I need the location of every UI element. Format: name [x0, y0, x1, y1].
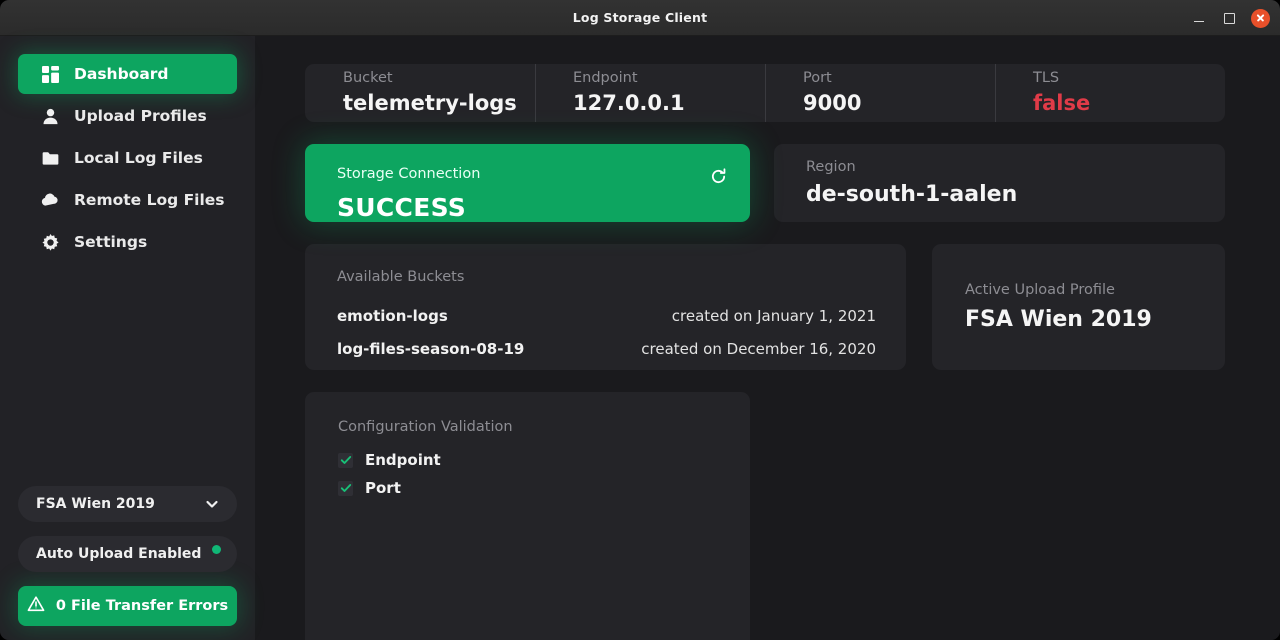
region-value: de-south-1-aalen — [806, 182, 1018, 207]
storage-connection-label: Storage Connection — [337, 166, 481, 182]
bucket-list-item[interactable]: emotion-logs created on January 1, 2021 — [337, 299, 876, 332]
configuration-validation-label: Configuration Validation — [338, 419, 513, 435]
bucket-name: emotion-logs — [337, 306, 448, 325]
refresh-icon[interactable] — [708, 166, 728, 186]
info-cell-tls: TLS false — [995, 64, 1225, 122]
info-cell-endpoint: Endpoint 127.0.0.1 — [535, 64, 765, 122]
info-cell-port: Port 9000 — [765, 64, 995, 122]
window-title: Log Storage Client — [572, 10, 708, 25]
sidebar-nav: Dashboard Upload Profiles Local Log File… — [0, 54, 255, 262]
dashboard-grid-icon — [41, 65, 59, 83]
auto-upload-label: Auto Upload Enabled — [36, 546, 202, 562]
active-upload-profile-label: Active Upload Profile — [965, 282, 1115, 298]
info-value: 127.0.0.1 — [573, 90, 685, 115]
bucket-created: created on December 16, 2020 — [641, 339, 876, 358]
sidebar-item-upload-profiles[interactable]: Upload Profiles — [18, 96, 237, 136]
info-label: Endpoint — [573, 69, 638, 86]
buckets-row: Available Buckets emotion-logs created o… — [305, 244, 1225, 370]
info-value: 9000 — [803, 90, 862, 115]
connection-info-card: Bucket telemetry-logs Endpoint 127.0.0.1… — [305, 64, 1225, 122]
status-row: Storage Connection SUCCESS Region de-sou… — [305, 144, 1225, 222]
auto-upload-toggle[interactable]: Auto Upload Enabled — [18, 536, 237, 572]
warning-triangle-icon — [27, 595, 45, 617]
sidebar: Dashboard Upload Profiles Local Log File… — [0, 36, 255, 640]
sidebar-item-remote-log-files[interactable]: Remote Log Files — [18, 180, 237, 220]
auto-upload-status-dot — [212, 545, 221, 554]
info-value: telemetry-logs — [343, 90, 517, 115]
file-transfer-errors-button[interactable]: 0 File Transfer Errors — [18, 586, 237, 626]
sidebar-bottom-controls: FSA Wien 2019 Auto Upload Enabled 0 File… — [0, 486, 255, 626]
main-content: Bucket telemetry-logs Endpoint 127.0.0.1… — [255, 36, 1280, 640]
maximize-icon[interactable] — [1221, 10, 1237, 26]
sidebar-item-local-log-files[interactable]: Local Log Files — [18, 138, 237, 178]
upload-profile-selector-value: FSA Wien 2019 — [36, 496, 155, 512]
info-label: Port — [803, 69, 832, 86]
check-icon — [338, 480, 353, 496]
sidebar-item-label: Dashboard — [74, 65, 169, 83]
storage-connection-header: Storage Connection — [337, 166, 728, 186]
check-icon — [338, 452, 353, 468]
bucket-name: log-files-season-08-19 — [337, 339, 525, 358]
sidebar-item-label: Settings — [74, 233, 148, 251]
sidebar-item-label: Remote Log Files — [74, 191, 225, 209]
bucket-list-item[interactable]: log-files-season-08-19 created on Decemb… — [337, 332, 876, 365]
sidebar-item-dashboard[interactable]: Dashboard — [18, 54, 237, 94]
info-label: Bucket — [343, 69, 393, 86]
storage-connection-value: SUCCESS — [337, 193, 467, 222]
active-upload-profile-card: Active Upload Profile FSA Wien 2019 — [932, 244, 1225, 370]
gear-icon — [41, 233, 59, 251]
sidebar-item-settings[interactable]: Settings — [18, 222, 237, 262]
storage-connection-card: Storage Connection SUCCESS — [305, 144, 750, 222]
person-icon — [41, 107, 59, 125]
validation-item: Port — [338, 474, 750, 502]
info-label: TLS — [1033, 69, 1060, 86]
file-transfer-errors-label: 0 File Transfer Errors — [55, 598, 229, 614]
bucket-created: created on January 1, 2021 — [671, 306, 876, 325]
info-cell-bucket: Bucket telemetry-logs — [305, 64, 535, 122]
cloud-icon — [41, 191, 59, 209]
sidebar-item-label: Upload Profiles — [74, 107, 207, 125]
title-bar: Log Storage Client — [0, 0, 1280, 36]
active-upload-profile-value: FSA Wien 2019 — [965, 307, 1152, 332]
sidebar-item-label: Local Log Files — [74, 149, 203, 167]
region-label: Region — [806, 159, 856, 175]
app-window: Log Storage Client Dashboard Upload Prof… — [0, 0, 1280, 640]
validation-item: Endpoint — [338, 446, 750, 474]
configuration-validation-card: Configuration Validation Endpoint Port — [305, 392, 750, 640]
chevron-down-icon — [205, 497, 219, 511]
folder-icon — [41, 149, 59, 167]
info-value: false — [1033, 90, 1091, 115]
available-buckets-card: Available Buckets emotion-logs created o… — [305, 244, 906, 370]
region-card: Region de-south-1-aalen — [774, 144, 1225, 222]
validation-item-label: Port — [365, 479, 401, 497]
validation-item-label: Endpoint — [365, 451, 441, 469]
minimize-icon[interactable] — [1191, 10, 1207, 26]
available-buckets-label: Available Buckets — [337, 269, 465, 285]
window-body: Dashboard Upload Profiles Local Log File… — [0, 36, 1280, 640]
window-controls — [1191, 0, 1270, 36]
close-icon[interactable] — [1251, 8, 1270, 28]
upload-profile-selector[interactable]: FSA Wien 2019 — [18, 486, 237, 522]
